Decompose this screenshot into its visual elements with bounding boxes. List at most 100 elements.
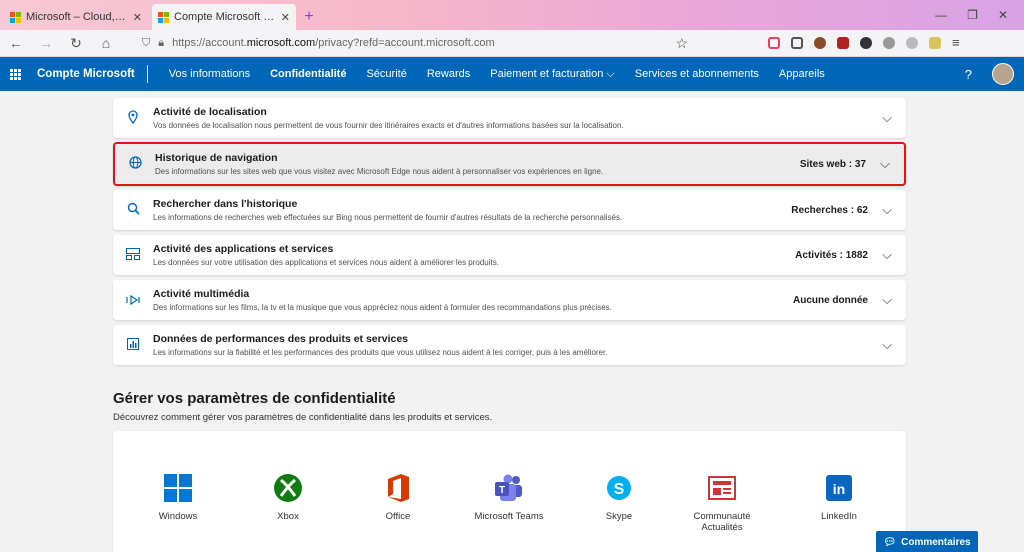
activity-card-recherche[interactable]: Rechercher dans l'historique Les informa… xyxy=(113,190,906,230)
close-tab-icon[interactable]: ✕ xyxy=(133,11,142,24)
extension-badge-icon[interactable] xyxy=(837,37,849,49)
brand-link[interactable]: Compte Microsoft xyxy=(37,68,135,80)
nav-securite[interactable]: Sécurité xyxy=(356,68,416,81)
chevron-down-icon[interactable]: ⌵ xyxy=(878,247,896,263)
chevron-down-icon[interactable]: ⌵ xyxy=(878,337,896,353)
product-label: LinkedIn xyxy=(821,511,857,522)
activity-card-localisation[interactable]: Activité de localisation Vos données de … xyxy=(113,98,906,138)
chevron-down-icon[interactable]: ⌵ xyxy=(878,110,896,126)
product-label: Microsoft Teams xyxy=(474,511,544,522)
product-linkedin[interactable]: in LinkedIn xyxy=(794,473,884,522)
svg-text:in: in xyxy=(833,481,845,497)
reader-icon[interactable] xyxy=(791,37,803,49)
extension-icon[interactable] xyxy=(814,37,826,49)
close-tab-icon[interactable]: ✕ xyxy=(281,11,290,24)
browser-toolbar: ← → ↻ ⌂ ⛉ 🔒︎ https://account.microsoft.c… xyxy=(0,30,1024,57)
product-label: Windows xyxy=(158,511,198,522)
header-divider xyxy=(146,65,148,83)
svg-text:T: T xyxy=(499,485,505,496)
nav-services[interactable]: Services et abonnements xyxy=(625,68,769,81)
browser-tab-strip: Microsoft – Cloud, ordinateurs ✕ Compte … xyxy=(0,0,1024,30)
news-icon xyxy=(707,473,737,503)
card-stat: Recherches : 62 xyxy=(791,204,868,216)
section-subtitle: Découvrez comment gérer vos paramètres d… xyxy=(113,412,493,423)
close-window-icon[interactable]: ✕ xyxy=(998,8,1008,22)
card-stat: Sites web : 37 xyxy=(799,158,866,170)
help-icon[interactable]: ? xyxy=(965,67,972,82)
product-windows[interactable]: Windows xyxy=(133,473,223,522)
feedback-label: Commentaires xyxy=(901,536,971,548)
product-label: Communauté Actualités xyxy=(693,511,751,533)
section-title: Gérer vos paramètres de confidentialité xyxy=(113,390,396,407)
svg-text:S: S xyxy=(614,481,625,498)
reload-icon[interactable]: ↻ xyxy=(68,35,84,52)
menu-icon[interactable]: ≡ xyxy=(952,36,964,49)
product-label: Office xyxy=(385,511,411,522)
microsoft-logo-icon xyxy=(158,11,169,23)
performance-chart-icon xyxy=(113,337,153,353)
url-text: https://account.microsoft.com/privacy?re… xyxy=(172,37,495,49)
products-panel: Windows Xbox Office T Microsoft Teams S … xyxy=(113,431,906,552)
minimize-icon[interactable]: — xyxy=(935,8,947,22)
location-pin-icon xyxy=(113,109,153,127)
tab-microsoft-account[interactable]: Compte Microsoft | Confidentia ✕ xyxy=(152,4,296,30)
app-launcher-icon[interactable] xyxy=(10,68,21,80)
restore-icon[interactable]: ❐ xyxy=(967,8,978,22)
tab-label: Compte Microsoft | Confidentia xyxy=(174,11,276,23)
header-nav: Vos informations Confidentialité Sécurit… xyxy=(159,68,835,81)
home-icon[interactable]: ⌂ xyxy=(98,35,114,51)
card-title: Données de performances des produits et … xyxy=(153,333,409,345)
extension-icon[interactable] xyxy=(906,37,918,49)
shield-icon[interactable]: ⛉ xyxy=(142,37,150,50)
nav-paiement[interactable]: Paiement et facturation ⌵ xyxy=(480,68,625,81)
card-title: Historique de navigation xyxy=(155,152,278,164)
skype-icon: S xyxy=(604,473,634,503)
media-icon xyxy=(113,292,153,308)
product-teams[interactable]: T Microsoft Teams xyxy=(464,473,554,522)
search-icon xyxy=(113,202,153,218)
nav-confidentialite[interactable]: Confidentialité xyxy=(260,68,356,81)
product-skype[interactable]: S Skype xyxy=(574,473,664,522)
pocket-icon[interactable] xyxy=(768,37,780,49)
chevron-down-icon[interactable]: ⌵ xyxy=(878,202,896,218)
extension-icon[interactable] xyxy=(929,37,941,49)
back-icon[interactable]: ← xyxy=(8,35,24,51)
bookmark-star-icon[interactable]: ☆ xyxy=(675,35,688,52)
feedback-button[interactable]: 💬︎ Commentaires xyxy=(876,531,978,552)
address-bar[interactable]: ⛉ 🔒︎ https://account.microsoft.com/priva… xyxy=(128,33,688,53)
card-title: Activité multimédia xyxy=(153,288,250,300)
main-content: Activité de localisation Vos données de … xyxy=(0,91,1024,552)
tab-microsoft-home[interactable]: Microsoft – Cloud, ordinateurs ✕ xyxy=(4,4,148,30)
chevron-down-icon[interactable]: ⌵ xyxy=(878,292,896,308)
comment-icon: 💬︎ xyxy=(883,536,897,548)
card-description: Vos données de localisation nous permett… xyxy=(153,121,624,130)
product-label: Skype xyxy=(605,511,633,522)
card-stat: Activités : 1882 xyxy=(795,249,868,261)
lock-icon[interactable]: 🔒︎ xyxy=(158,37,164,50)
product-office[interactable]: Office xyxy=(353,473,443,522)
card-description: Des informations sur les films, la tv et… xyxy=(153,303,612,312)
product-xbox[interactable]: Xbox xyxy=(243,473,333,522)
linkedin-icon: in xyxy=(824,473,854,503)
activity-card-applications[interactable]: Activité des applications et services Le… xyxy=(113,235,906,275)
chevron-down-icon[interactable]: ⌵ xyxy=(876,156,894,172)
extension-icon[interactable] xyxy=(860,37,872,49)
nav-vos-informations[interactable]: Vos informations xyxy=(159,68,260,81)
xbox-icon xyxy=(273,473,303,503)
nav-appareils[interactable]: Appareils xyxy=(769,68,835,81)
activity-card-multimedia[interactable]: Activité multimédia Des informations sur… xyxy=(113,280,906,320)
extension-icon[interactable] xyxy=(883,37,895,49)
product-label: Xbox xyxy=(277,511,299,522)
card-title: Activité des applications et services xyxy=(153,243,334,255)
product-news[interactable]: Communauté Actualités xyxy=(677,473,767,533)
new-tab-button[interactable]: + xyxy=(296,4,322,30)
activity-card-performances[interactable]: Données de performances des produits et … xyxy=(113,325,906,365)
extensions-area: ≡ xyxy=(768,36,964,49)
avatar[interactable] xyxy=(992,63,1014,85)
card-description: Des informations sur les sites web que v… xyxy=(155,167,604,176)
microsoft-logo-icon xyxy=(10,11,21,23)
windows-icon xyxy=(163,473,193,503)
forward-icon[interactable]: → xyxy=(38,35,54,51)
activity-card-navigation[interactable]: Historique de navigation Des information… xyxy=(113,142,906,186)
nav-rewards[interactable]: Rewards xyxy=(417,68,480,81)
